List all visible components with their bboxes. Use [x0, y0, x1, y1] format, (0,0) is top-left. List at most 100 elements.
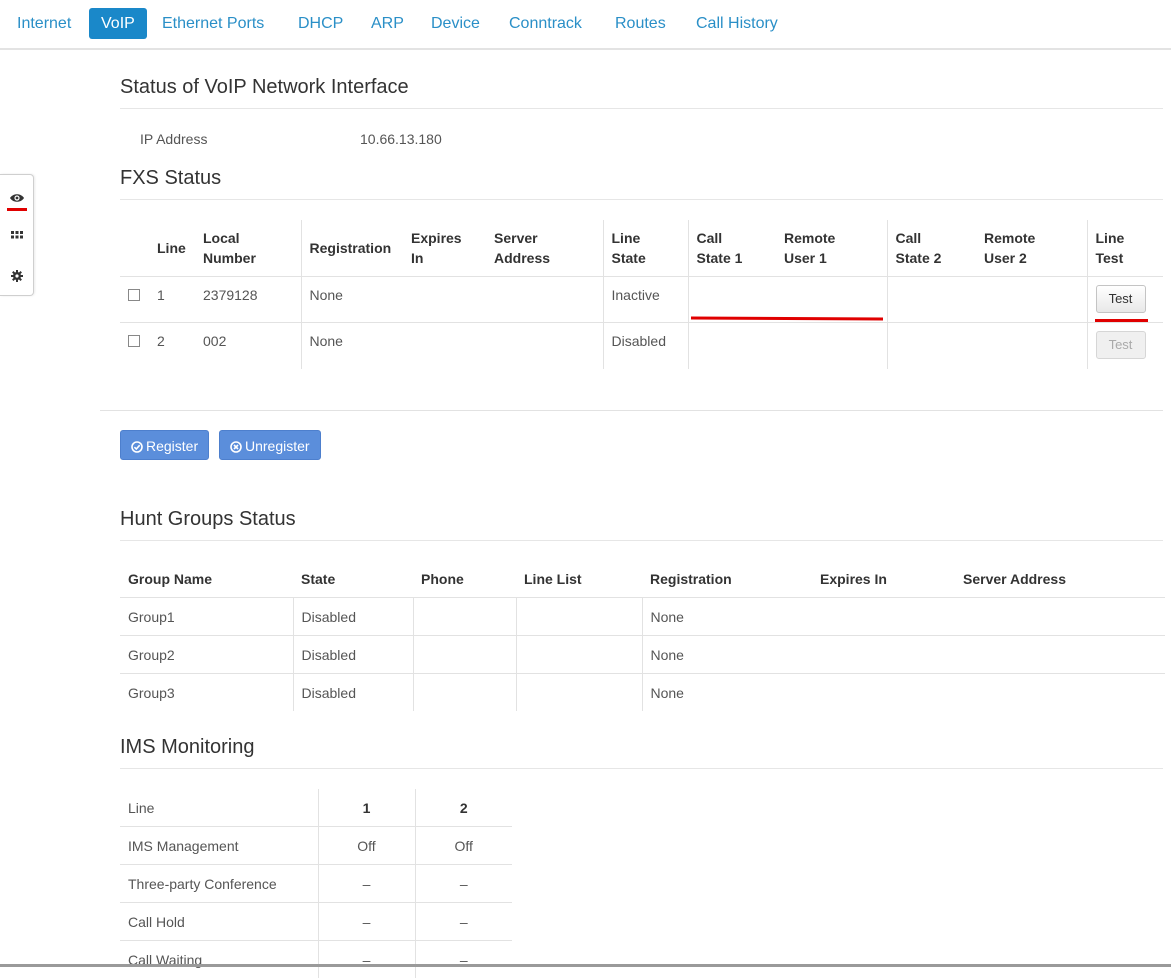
line-list-cell [516, 636, 642, 674]
expires-cell [403, 277, 486, 323]
header-text: Line [1096, 230, 1125, 246]
header-text: Expires [411, 230, 462, 246]
table-row: 1 2379128 None Inactive Test [120, 277, 1163, 323]
tab-dhcp[interactable]: DHCP [286, 8, 355, 39]
call-state-2-cell [887, 277, 976, 323]
line-2-value-cell: – [415, 903, 512, 941]
server-address-header: Server Address [955, 561, 1165, 598]
group-name-cell: Group3 [120, 674, 293, 712]
tab-device[interactable]: Device [419, 8, 492, 39]
tab-internet[interactable]: Internet [5, 8, 83, 39]
remote-user-2-header: RemoteUser 2 [976, 220, 1087, 277]
expires-in-cell [812, 674, 955, 712]
select-cell [120, 277, 149, 323]
call-state-1-cell [688, 323, 776, 369]
hunt-groups-title: Hunt Groups Status [120, 508, 1163, 541]
x-circle-icon [230, 433, 242, 463]
call-state-1-header: CallState 1 [688, 220, 776, 277]
header-text: Remote [784, 230, 835, 246]
header-text: Remote [984, 230, 1035, 246]
tab-call-history[interactable]: Call History [684, 8, 790, 39]
line-test-cell: Test [1087, 277, 1163, 323]
register-button[interactable]: Register [120, 430, 209, 460]
tab-voip[interactable]: VoIP [89, 8, 147, 39]
local-number-cell: 002 [195, 323, 301, 369]
table-row: Group2 Disabled None [120, 636, 1165, 674]
line-1-checkbox[interactable] [128, 289, 140, 301]
feature-label-cell: Three-party Conference [120, 865, 318, 903]
select-cell [120, 323, 149, 369]
line-2-value-cell: – [415, 941, 512, 978]
server-address-header: Server Address [486, 220, 603, 277]
local-number-header: LocalNumber [195, 220, 301, 277]
expires-in-cell [812, 636, 955, 674]
test-button-highlight-mark [1095, 319, 1148, 322]
table-row: Three-party Conference – – [120, 865, 512, 903]
registration-cell: None [301, 323, 403, 369]
line-list-header: Line List [516, 561, 642, 598]
feature-label-cell: Call Hold [120, 903, 318, 941]
server-address-cell [955, 674, 1165, 712]
section-divider [100, 410, 1163, 411]
header-text: User 1 [784, 250, 827, 266]
line-2-value-cell: Off [415, 827, 512, 865]
line-1-test-button[interactable]: Test [1096, 285, 1146, 313]
eye-icon[interactable] [8, 189, 26, 207]
unregister-label: Unregister [245, 438, 310, 454]
tab-routes[interactable]: Routes [603, 8, 678, 39]
hunt-groups-table: Group Name State Phone Line List Registr… [120, 561, 1165, 711]
table-row: 2 002 None Disabled Test [120, 323, 1163, 369]
gear-icon[interactable] [8, 267, 26, 285]
line-2-test-button[interactable]: Test [1096, 331, 1146, 359]
phone-cell [413, 598, 516, 636]
line-state-cell: Disabled [603, 323, 688, 369]
tab-arp[interactable]: ARP [359, 8, 416, 39]
voip-status-title: Status of VoIP Network Interface [120, 76, 1163, 109]
line-cell: 1 [149, 277, 195, 323]
state-cell: Disabled [293, 598, 413, 636]
fxs-status-table: Line LocalNumber Registration ExpiresIn … [120, 220, 1163, 369]
ip-address-label: IP Address [140, 131, 207, 147]
registration-cell: None [642, 674, 812, 712]
line-1-header: 1 [318, 789, 415, 827]
call-state-2-cell [887, 323, 976, 369]
ims-monitoring-title: IMS Monitoring [120, 736, 1163, 769]
side-panel [0, 174, 34, 296]
header-text: Test [1096, 250, 1124, 266]
server-address-cell [955, 636, 1165, 674]
grid-icon[interactable] [8, 227, 26, 245]
registration-header: Registration [642, 561, 812, 598]
remote-user-1-cell [776, 277, 887, 323]
line-test-header: Line Test [1087, 220, 1163, 277]
line-list-cell [516, 598, 642, 636]
registration-cell: None [642, 636, 812, 674]
feature-label-cell: Call Waiting [120, 941, 318, 978]
remote-user-2-cell [976, 277, 1087, 323]
tab-conntrack[interactable]: Conntrack [497, 8, 594, 39]
header-text: State 2 [896, 250, 942, 266]
line-state-header: LineState [603, 220, 688, 277]
state-header: State [293, 561, 413, 598]
server-cell [486, 277, 603, 323]
eye-highlight-mark [7, 208, 27, 211]
expires-in-cell [812, 598, 955, 636]
line-cell: 2 [149, 323, 195, 369]
expires-in-header: ExpiresIn [403, 220, 486, 277]
tab-ethernet-ports[interactable]: Ethernet Ports [150, 8, 276, 39]
line-2-checkbox[interactable] [128, 335, 140, 347]
phone-header: Phone [413, 561, 516, 598]
table-row: Call Waiting – – [120, 941, 512, 978]
unregister-button[interactable]: Unregister [219, 430, 321, 460]
header-text: Address [494, 250, 550, 266]
remote-user-1-header: Remote User 1 [776, 220, 887, 277]
select-header [120, 220, 149, 277]
phone-cell [413, 674, 516, 712]
state-cell: Disabled [293, 674, 413, 712]
group-name-header: Group Name [120, 561, 293, 598]
header-text: State [612, 250, 646, 266]
header-text: Server [494, 230, 538, 246]
table-row: Call Hold – – [120, 903, 512, 941]
top-navigation: Internet VoIP Ethernet Ports DHCP ARP De… [0, 0, 1171, 50]
expires-in-header: Expires In [812, 561, 955, 598]
phone-cell [413, 636, 516, 674]
